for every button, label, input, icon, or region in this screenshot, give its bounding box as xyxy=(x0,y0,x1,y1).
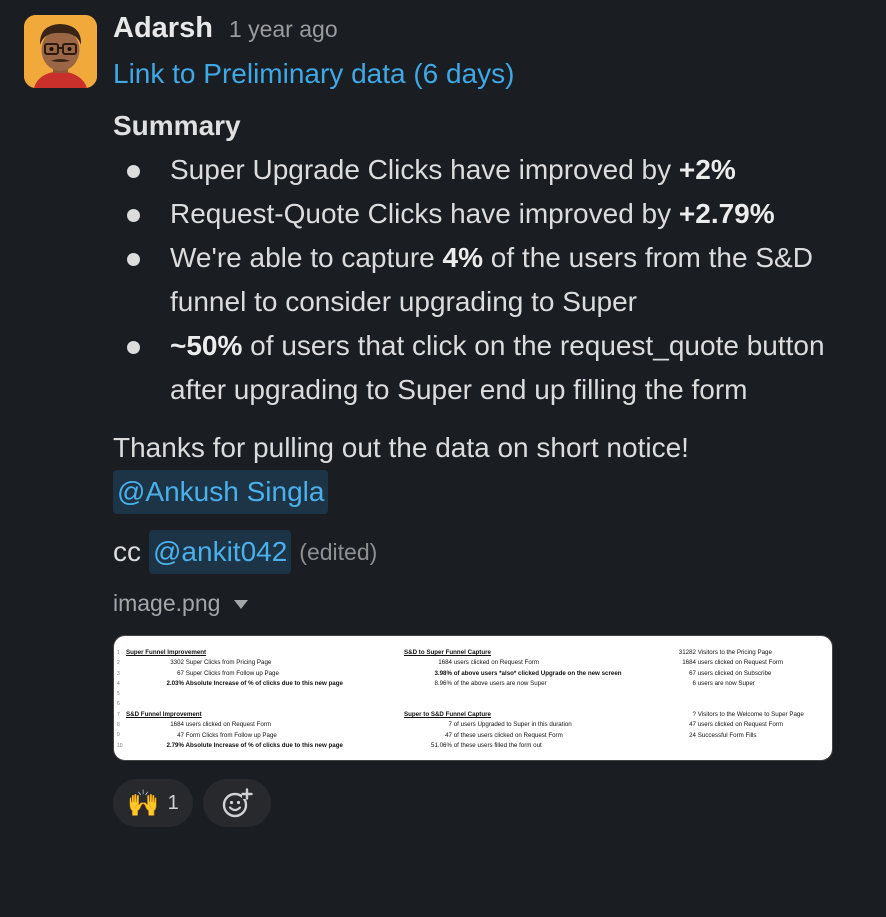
raised-hands-icon: 🙌 xyxy=(127,787,160,818)
sheet-section-title: Super to S&D Funnel Capture xyxy=(404,711,491,719)
add-reaction-button[interactable] xyxy=(203,779,271,827)
sheet-column-2: S&D to Super Funnel Capture 1684 users c… xyxy=(404,648,622,751)
sheet-row: 3.98% of above users *also* clicked Upgr… xyxy=(434,669,622,677)
sheet-row: 51.06% of these users filled the form ou… xyxy=(431,742,542,750)
image-attachment[interactable]: 1 2 3 4 5 6 7 8 9 10 Super Funnel Improvement 330… xyxy=(113,635,833,761)
sheet-row: 2.79% Absolute Increase of % of clicks d… xyxy=(166,742,343,750)
sheet-row: 24 Successful Form Fills xyxy=(689,731,757,739)
sheet-column-3: 31282 Visitors to the Pricing Page 1684 … xyxy=(654,648,804,741)
list-item: Request-Quote Clicks have improved by +2… xyxy=(113,192,873,236)
sheet-row: 8.96% of the above users are now Super xyxy=(434,679,547,687)
author-name[interactable]: Adarsh xyxy=(113,12,213,45)
bullet-icon xyxy=(127,165,140,178)
bullet-icon xyxy=(127,253,140,266)
sheet-row: 7 of users Upgraded to Super in this dur… xyxy=(448,721,572,729)
add-reaction-icon xyxy=(222,788,253,818)
sheet-row: 3302 Super Clicks from Pricing Page xyxy=(170,659,272,667)
preliminary-data-link[interactable]: Link to Preliminary data (6 days) xyxy=(113,58,873,90)
summary-heading: Summary xyxy=(113,110,241,141)
avatar-portrait-icon xyxy=(24,15,97,88)
reaction-raised-hands[interactable]: 🙌 1 xyxy=(113,779,193,827)
sheet-row: 6 users are now Super xyxy=(692,679,755,687)
edited-label: (edited) xyxy=(299,538,378,565)
sheet-row: 47 users clicked on Request Form xyxy=(689,721,784,729)
file-name: image.png xyxy=(113,590,221,616)
file-name-toggle[interactable]: image.png xyxy=(113,590,873,617)
user-avatar[interactable] xyxy=(24,15,97,88)
bullet-icon xyxy=(127,341,140,354)
sheet-row: 1684 users clicked on Request Form xyxy=(438,659,540,667)
sheet-row: 47 Form Clicks from Follow up Page xyxy=(177,731,277,739)
row-numbers: 1 2 3 4 5 6 7 8 9 10 xyxy=(117,650,123,749)
cc-label: cc xyxy=(113,536,141,567)
sheet-row: 31282 Visitors to the Pricing Page xyxy=(678,649,772,656)
sheet-row: ? Visitors to the Welcome to Super Page xyxy=(692,711,804,719)
caret-down-icon xyxy=(234,600,249,609)
sheet-row: 2.03% Absolute Increase of % of clicks d… xyxy=(166,679,343,687)
message-header: Adarsh 1 year ago xyxy=(113,12,873,52)
sheet-row: 47 of these users clicked on Request For… xyxy=(445,731,563,739)
mention-ankush-singla[interactable]: @Ankush Singla xyxy=(113,470,329,514)
message-content: Adarsh 1 year ago Link to Preliminary da… xyxy=(113,12,873,827)
list-item: ~50% of users that click on the request_… xyxy=(113,324,873,412)
reaction-count: 1 xyxy=(167,791,179,814)
list-item: Super Upgrade Clicks have improved by +2… xyxy=(113,148,873,192)
message-timestamp[interactable]: 1 year ago xyxy=(229,16,338,43)
thanks-text: Thanks for pulling out the data on short… xyxy=(113,426,873,514)
sheet-section-title: Super Funnel Improvement xyxy=(126,649,207,656)
sheet-row: 1684 users clicked on Request Form xyxy=(170,721,272,729)
bullet-icon xyxy=(127,209,140,222)
sheet-row: 67 users clicked on Subscribe xyxy=(689,669,772,677)
sheet-section-title: S&D to Super Funnel Capture xyxy=(404,649,491,656)
list-item: We're able to capture 4% of the users fr… xyxy=(113,236,873,324)
sheet-column-1: Super Funnel Improvement 3302 Super Clic… xyxy=(126,648,343,751)
sheet-row: 1684 users clicked on Request Form xyxy=(682,659,784,667)
mention-ankit042[interactable]: @ankit042 xyxy=(149,530,292,574)
sheet-row: 67 Super Clicks from Follow up Page xyxy=(177,669,279,677)
summary-list: Super Upgrade Clicks have improved by +2… xyxy=(113,148,873,412)
cc-line: cc @ankit042 (edited) xyxy=(113,530,873,574)
reactions-bar: 🙌 1 xyxy=(113,779,873,827)
sheet-section-title: S&D Funnel Improvement xyxy=(126,711,202,719)
